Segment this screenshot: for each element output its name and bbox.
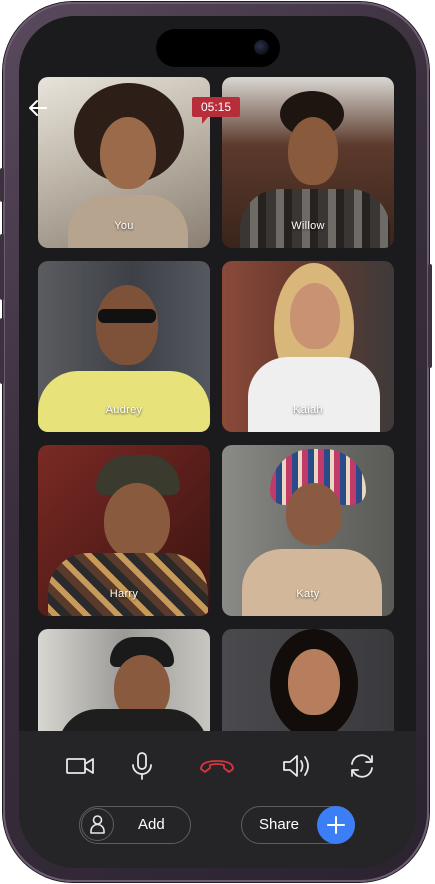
- call-controls: Add Share: [19, 731, 416, 868]
- add-participant-button[interactable]: Add: [79, 806, 191, 844]
- video-camera-icon: [66, 758, 94, 774]
- volume-down-button: [0, 318, 4, 384]
- call-timer: 05:15: [192, 97, 240, 124]
- participant-tile-katy[interactable]: Katy: [222, 445, 394, 616]
- participant-tile-willow[interactable]: Willow: [222, 77, 394, 248]
- add-label: Add: [138, 816, 165, 833]
- share-button[interactable]: Share: [241, 806, 355, 844]
- action-button: [0, 168, 4, 202]
- switch-camera-button[interactable]: [345, 749, 379, 783]
- plus-icon: [327, 816, 345, 834]
- volume-up-button: [0, 234, 4, 300]
- microphone-icon: [132, 752, 152, 780]
- avatar: [81, 808, 114, 841]
- participant-tile-7[interactable]: [38, 629, 210, 733]
- participant-tile-audrey[interactable]: Audrey: [38, 261, 210, 432]
- participant-name: Katy: [296, 588, 320, 600]
- participant-name: You: [114, 220, 134, 232]
- participant-name: Willow: [291, 220, 325, 232]
- participant-name: Harry: [109, 588, 139, 600]
- participant-name: Audrey: [105, 404, 143, 416]
- person-icon: [90, 815, 105, 834]
- participant-tile-kaiah[interactable]: Kaiah: [222, 261, 394, 432]
- participant-name: Kaiah: [293, 404, 323, 416]
- share-label: Share: [259, 816, 300, 833]
- switch-camera-icon: [351, 754, 373, 778]
- microphone-button[interactable]: [125, 749, 159, 783]
- end-call-icon: [200, 760, 234, 773]
- arrow-left-icon: [29, 100, 47, 116]
- video-button[interactable]: [63, 749, 97, 783]
- participant-tile-you[interactable]: You: [38, 77, 210, 248]
- participant-tile-8[interactable]: [222, 629, 394, 733]
- back-button[interactable]: [26, 96, 50, 120]
- front-camera: [254, 40, 269, 55]
- end-call-button[interactable]: [197, 749, 234, 783]
- speaker-icon: [283, 755, 309, 777]
- speaker-button[interactable]: [279, 749, 313, 783]
- share-plus-button[interactable]: [317, 806, 355, 844]
- dynamic-island: [156, 29, 280, 67]
- participant-tile-harry[interactable]: Harry: [38, 445, 210, 616]
- power-button: [428, 264, 432, 368]
